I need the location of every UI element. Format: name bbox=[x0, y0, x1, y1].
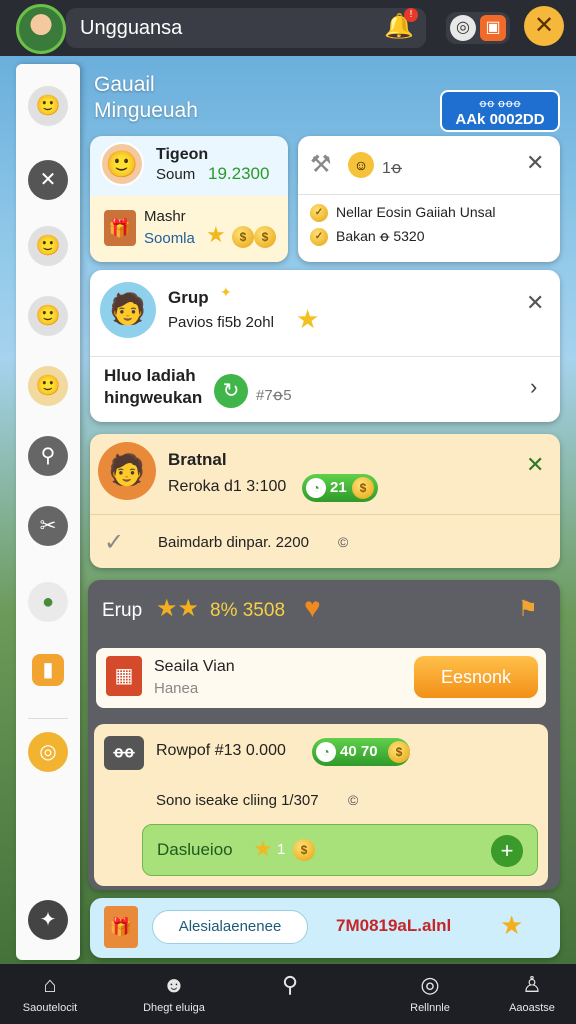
nav-reward[interactable]: ◎ Rellnnle bbox=[380, 964, 480, 1024]
box-icon: ▦ bbox=[106, 656, 142, 696]
profile-card[interactable]: 🙂 Tigeon Soum 19.2300 🎁 Mashr Soomla ★ $… bbox=[90, 136, 288, 262]
coin-icon[interactable]: ◎ bbox=[28, 732, 68, 772]
person-icon: ♙ bbox=[522, 972, 542, 997]
sidebar-avatar-2[interactable]: 🙂 bbox=[28, 226, 68, 266]
smile-icon: ☺ bbox=[348, 152, 374, 178]
claim-button[interactable]: Eesnonk bbox=[414, 656, 538, 698]
chat-icon[interactable]: ● bbox=[28, 582, 68, 622]
coin-icon: $ bbox=[352, 477, 374, 499]
coin-icon: $ bbox=[388, 741, 410, 763]
sidebar-avatar-3[interactable]: 🙂 bbox=[28, 296, 68, 336]
timer-icon: ◔ bbox=[306, 478, 326, 498]
notification-icon[interactable]: 🔔! bbox=[382, 8, 418, 44]
heart-icon: ♥ bbox=[304, 592, 321, 623]
refresh-icon[interactable]: ↻ bbox=[214, 374, 248, 408]
user-icon: ☻ bbox=[162, 972, 186, 997]
coin-icon: $ bbox=[232, 226, 254, 248]
target-icon: ◎ bbox=[420, 972, 440, 997]
spark-icon: ✦ bbox=[220, 284, 232, 300]
star-icon[interactable]: ★ bbox=[500, 910, 523, 941]
bottom-panel: 🎁 Alesialaenenee 7M0819aL.alnl ★ bbox=[90, 898, 560, 958]
nav-search[interactable]: ⚲ bbox=[240, 964, 340, 1024]
coin-icon: ✓ bbox=[310, 228, 328, 246]
app-title: Ungguansa bbox=[80, 17, 183, 39]
nav-profile[interactable]: ☻ Dhegt eluiga bbox=[124, 964, 224, 1024]
star-icon: ★★ bbox=[156, 595, 200, 622]
gift-icon: 🎁 bbox=[104, 906, 138, 948]
bottom-nav: ⌂ Saoutelocit ☻ Dhegt eluiga ⚲ ◎ Rellnnl… bbox=[0, 964, 576, 1024]
tools-icon[interactable]: ✂ bbox=[28, 506, 68, 546]
close-button[interactable]: ✕ bbox=[524, 6, 564, 46]
sidebar-avatar-4[interactable]: 🙂 bbox=[28, 366, 68, 406]
top-bar: Ungguansa 🔔! ◎ ▣ ✕ bbox=[0, 0, 576, 56]
nav-account[interactable]: ♙ Aaoastse bbox=[482, 964, 576, 1024]
avatar[interactable] bbox=[16, 4, 66, 54]
item-row[interactable]: ▦ Seaila Vian Hanea Eesnonk bbox=[96, 648, 546, 708]
star-icon: ★ bbox=[253, 836, 273, 861]
sidebar-divider bbox=[28, 718, 68, 719]
sidebar-avatar-1[interactable]: 🙂 bbox=[28, 86, 68, 126]
reward-details: ꝋꝋ Rowpof #13 0.000 40 70 ◔ $ Sono iseak… bbox=[94, 724, 548, 886]
close-icon[interactable]: ✕ bbox=[28, 160, 68, 200]
code-input[interactable]: Alesialaenenee bbox=[152, 910, 308, 944]
search-icon[interactable]: ⚲ bbox=[28, 436, 68, 476]
timer-icon: ◔ bbox=[316, 742, 336, 762]
info-icon: © bbox=[348, 792, 359, 808]
settings-icon[interactable]: ✦ bbox=[28, 900, 68, 940]
avatar: 🧑 bbox=[98, 442, 156, 500]
badge-icon[interactable]: ▮ bbox=[32, 654, 64, 686]
add-button[interactable]: + bbox=[491, 835, 523, 867]
home-icon: ⌂ bbox=[43, 972, 57, 997]
star-icon: ★ bbox=[296, 304, 320, 334]
avatar: 🙂 bbox=[100, 142, 144, 186]
close-icon[interactable]: ✕ bbox=[526, 290, 544, 316]
notification-badge: ! bbox=[404, 8, 418, 22]
promo-badge[interactable]: ꝋꝋ ꝋꝋꝋ AAk 0002DD bbox=[440, 90, 560, 132]
info-icon: © bbox=[338, 534, 349, 550]
flag-icon[interactable]: ⚑ bbox=[518, 596, 538, 622]
chat-icon: ◎ bbox=[450, 15, 476, 41]
close-icon[interactable]: ✕ bbox=[526, 150, 544, 176]
event-panel: Erup ★★ 8% 3508 ♥ ⚑ ▦ Seaila Vian Hanea … bbox=[88, 580, 560, 890]
star-icon: ★ bbox=[206, 222, 226, 247]
reward-card[interactable]: 🧑 Bratnal Reroka d1 3:100 21 ◔ $ ✕ ✓ Bai… bbox=[90, 434, 560, 568]
chevron-right-icon[interactable]: › bbox=[530, 374, 537, 400]
close-icon[interactable]: ✕ bbox=[526, 452, 544, 478]
group-card[interactable]: 🧑 Grup ✦ Pavios fi5b 2ohl ★ ✕ Hluo ladia… bbox=[90, 270, 560, 422]
nav-home[interactable]: ⌂ Saoutelocit bbox=[0, 964, 100, 1024]
chat-toggle[interactable]: ◎ ▣ bbox=[446, 12, 510, 44]
sidebar: 🙂 ✕ 🙂 🙂 🙂 ⚲ ✂ ● ▮ ◎ ✦ bbox=[16, 64, 80, 960]
divider bbox=[298, 194, 560, 195]
wrench-icon: ⚒ bbox=[310, 151, 332, 178]
page-title: Gauail Mingueuah bbox=[94, 73, 198, 122]
action-bar[interactable]: Daslueioo ★ 1 $ + bbox=[142, 824, 538, 876]
gift-icon: 🎁 bbox=[104, 210, 136, 246]
info-card[interactable]: ⚒ ☺ 1ꝋ ✕ ✓ Nellar Eosin Gaiiah Unsal ✓ B… bbox=[298, 136, 560, 262]
shop-icon: ▣ bbox=[480, 15, 506, 41]
grid-icon: ꝋꝋ bbox=[104, 736, 144, 770]
divider bbox=[90, 356, 560, 357]
coin-icon: $ bbox=[254, 226, 276, 248]
divider bbox=[90, 514, 560, 515]
avatar: 🧑 bbox=[100, 282, 156, 338]
check-icon: ✓ bbox=[104, 529, 125, 556]
coin-icon: ✓ bbox=[310, 204, 328, 222]
search-icon: ⚲ bbox=[281, 972, 299, 997]
coin-icon: $ bbox=[293, 839, 315, 861]
